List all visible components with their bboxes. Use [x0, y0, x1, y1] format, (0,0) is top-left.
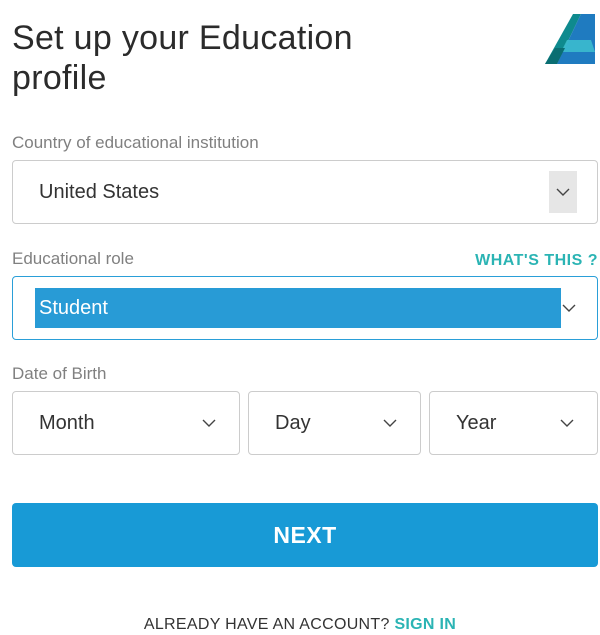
education-profile-page: Set up your Education profile Country of…: [0, 0, 600, 635]
day-value: Day: [275, 411, 311, 434]
country-select[interactable]: United States: [12, 160, 598, 224]
month-value: Month: [39, 411, 95, 434]
sign-in-prompt: ALREADY HAVE AN ACCOUNT? SIGN IN: [0, 616, 600, 634]
chevron-down-icon: [376, 403, 404, 443]
selected-option-highlight: [35, 288, 561, 328]
chevron-down-icon: [195, 403, 223, 443]
sign-in-link[interactable]: SIGN IN: [394, 616, 456, 633]
next-button[interactable]: NEXT: [12, 503, 598, 567]
day-select[interactable]: Day: [248, 391, 421, 455]
page-title: Set up your Education profile: [12, 19, 353, 97]
country-value: United States: [39, 180, 160, 203]
already-have-account-text: ALREADY HAVE AN ACCOUNT?: [143, 616, 390, 633]
dob-label: Date of Birth: [12, 364, 107, 383]
chevron-down-icon: [555, 288, 583, 328]
month-select[interactable]: Month: [12, 391, 240, 455]
autodesk-logo-icon: [541, 10, 599, 68]
role-value: Student: [39, 296, 108, 319]
role-label: Educational role: [12, 249, 134, 268]
chevron-down-icon: [549, 171, 577, 213]
whats-this-link[interactable]: WHAT'S THIS ?: [475, 252, 598, 270]
year-select[interactable]: Year: [429, 391, 598, 455]
year-value: Year: [456, 411, 497, 434]
country-label: Country of educational institution: [12, 133, 259, 152]
role-select[interactable]: Student: [12, 276, 598, 340]
chevron-down-icon: [553, 403, 581, 443]
